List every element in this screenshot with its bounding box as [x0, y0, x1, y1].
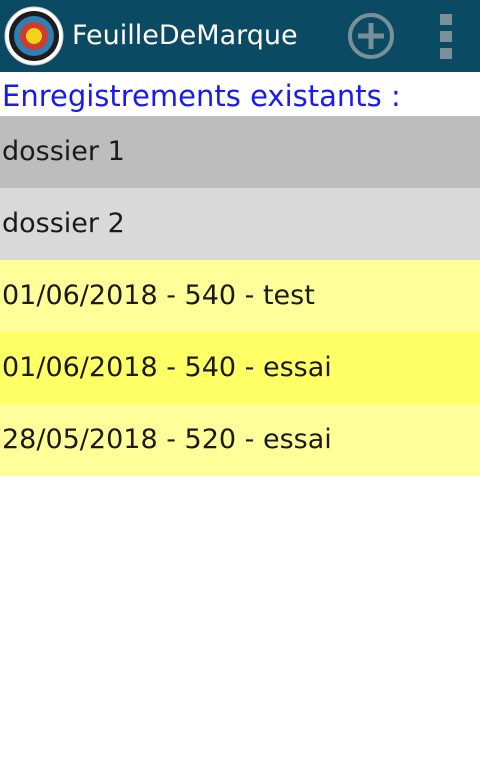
more-vertical-icon	[440, 14, 452, 59]
folder-item[interactable]: dossier 1	[0, 116, 480, 188]
app-title: FeuilleDeMarque	[72, 20, 298, 51]
action-bar: FeuilleDeMarque	[0, 0, 480, 72]
record-item[interactable]: 01/06/2018 - 540 - test	[0, 260, 480, 332]
records-list: dossier 1 dossier 2 01/06/2018 - 540 - t…	[0, 116, 480, 476]
section-title: Enregistrements existants :	[2, 79, 401, 113]
folder-item[interactable]: dossier 2	[0, 188, 480, 260]
overflow-menu-button[interactable]	[420, 6, 472, 66]
add-circle-icon	[348, 13, 394, 59]
record-item[interactable]: 28/05/2018 - 520 - essai	[0, 404, 480, 476]
add-button[interactable]	[340, 6, 402, 66]
record-item[interactable]: 01/06/2018 - 540 - essai	[0, 332, 480, 404]
archery-target-icon[interactable]	[4, 6, 64, 66]
